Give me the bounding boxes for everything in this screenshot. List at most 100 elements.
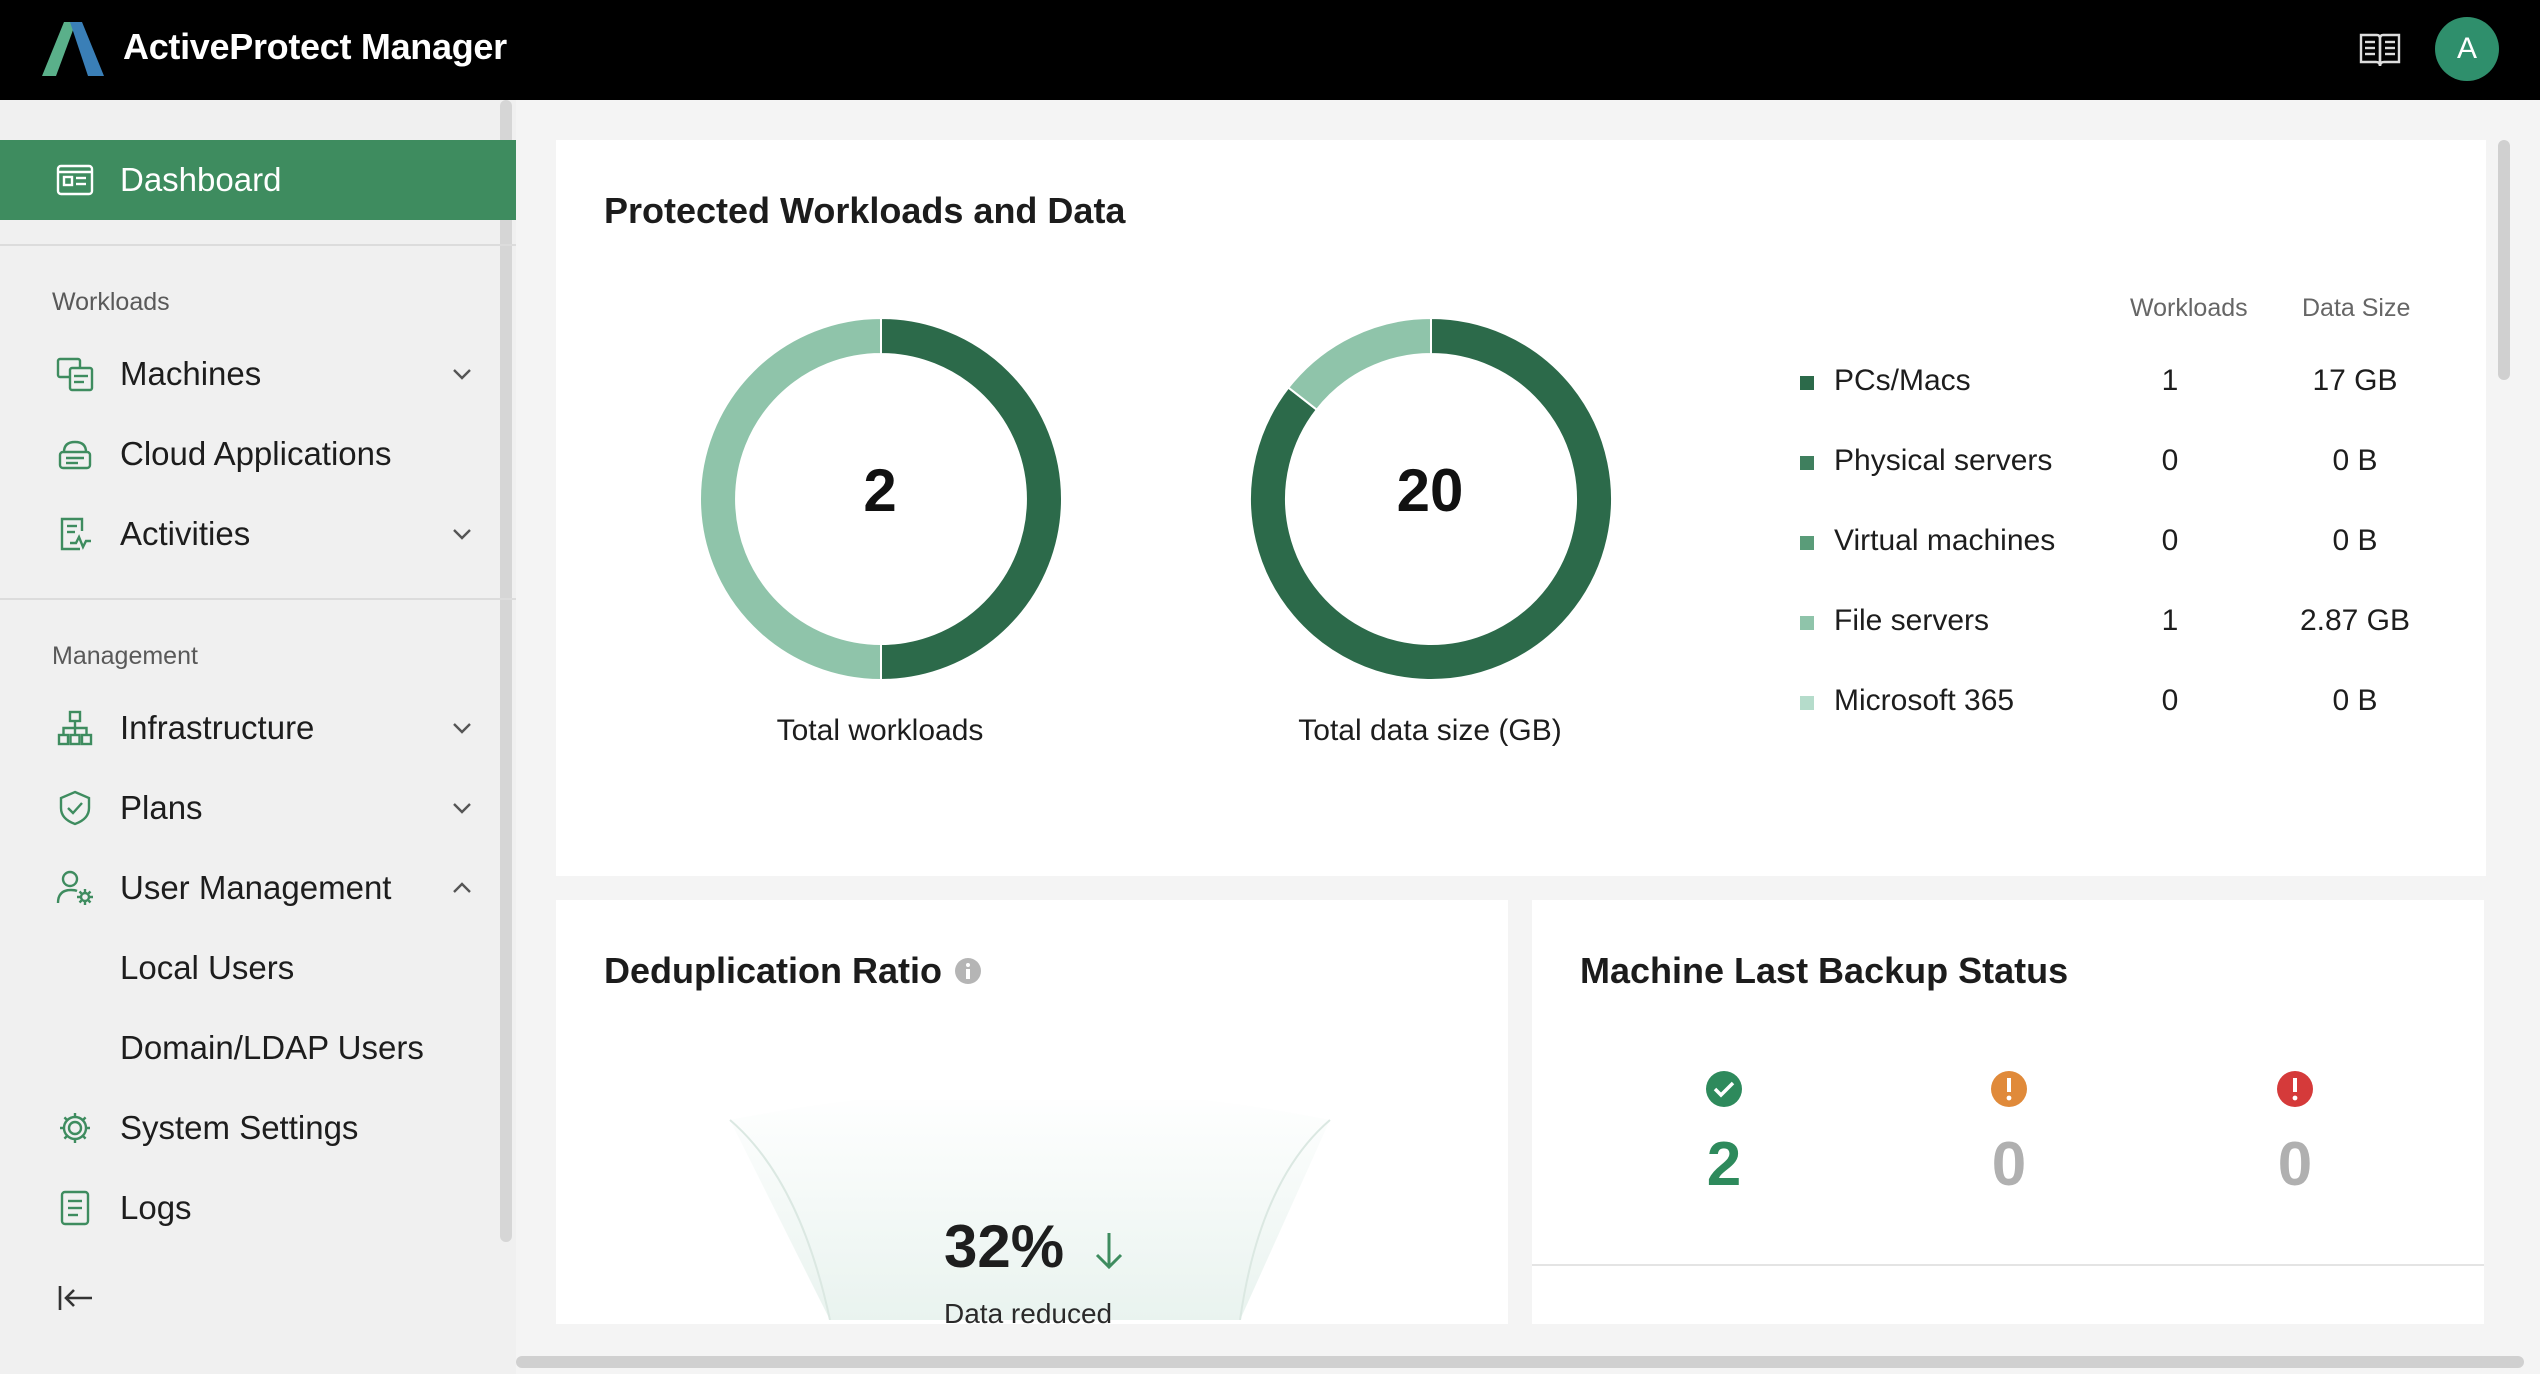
legend-name: Microsoft 365 — [1834, 684, 2015, 717]
dashboard-icon — [54, 159, 96, 201]
check-circle-icon — [1706, 1071, 1742, 1107]
info-icon[interactable] — [954, 957, 982, 985]
status-error[interactable]: 0 — [2225, 1070, 2365, 1200]
card-clip-mask — [556, 1324, 1508, 1356]
deduplication-gauge — [729, 1100, 1331, 1320]
legend-row: File servers 1 2.87 GB — [1800, 596, 2450, 646]
legend-row: PCs/Macs 1 17 GB — [1800, 356, 2450, 406]
legend-name: Virtual machines — [1834, 524, 2056, 557]
sidebar-item-system-settings[interactable]: System Settings — [0, 1088, 516, 1168]
sidebar-item-label: Activities — [120, 515, 251, 552]
book-icon[interactable] — [2358, 30, 2402, 70]
deduplication-value-row: 32% — [944, 1212, 1127, 1281]
sidebar-item-local-users[interactable]: Local Users — [0, 928, 516, 1008]
legend-workloads: 0 — [2161, 684, 2179, 717]
warning-circle-icon — [1991, 1071, 2027, 1107]
sidebar-item-label: Plans — [120, 789, 203, 826]
sidebar-item-label: System Settings — [120, 1109, 359, 1146]
sidebar-item-label: Domain/LDAP Users — [120, 1029, 424, 1066]
sidebar-item-activities[interactable]: Activities — [0, 494, 516, 574]
section-label-workloads: Workloads — [52, 288, 170, 316]
section-label-management: Management — [52, 642, 198, 670]
legend-data-size: 2.87 GB — [2299, 604, 2411, 637]
sidebar-item-machines[interactable]: Machines — [0, 334, 516, 414]
legend-row: Virtual machines 0 0 B — [1800, 516, 2450, 566]
sidebar-item-plans[interactable]: Plans — [0, 768, 516, 848]
legend-row: Physical servers 0 0 B — [1800, 436, 2450, 486]
infrastructure-icon — [54, 707, 96, 749]
chevron-down-icon — [453, 803, 471, 814]
legend-workloads: 0 — [2161, 444, 2179, 477]
legend-workloads: 1 — [2161, 604, 2179, 637]
status-divider — [1532, 1264, 2484, 1266]
sidebar-item-label: User Management — [120, 869, 392, 906]
legend-data-size: 0 B — [2332, 444, 2378, 477]
chevron-down-icon — [453, 723, 471, 734]
top-bar: ActiveProtect Manager A — [0, 0, 2540, 100]
sidebar-item-label: Dashboard — [120, 161, 282, 198]
legend-workloads: 1 — [2161, 364, 2179, 397]
app-title: ActiveProtect Manager — [123, 26, 507, 67]
sidebar-item-label: Cloud Applications — [120, 435, 392, 472]
cloud-apps-icon — [54, 433, 96, 475]
total-workloads-label: Total workloads — [776, 714, 984, 747]
card-title: Deduplication Ratio — [604, 950, 943, 991]
sidebar-item-cloud-applications[interactable]: Cloud Applications — [0, 414, 516, 494]
sidebar-item-label: Machines — [120, 355, 262, 392]
legend-swatch — [1800, 456, 1814, 470]
shield-check-icon — [54, 787, 96, 829]
total-data-size-value: 20 — [1396, 457, 1464, 524]
gear-icon — [54, 1107, 96, 1149]
total-data-size-label: Total data size (GB) — [1298, 714, 1562, 747]
collapse-sidebar-icon[interactable] — [54, 1276, 98, 1320]
card-title: Machine Last Backup Status — [1580, 950, 2069, 991]
main-scrollbar-vertical[interactable] — [2498, 140, 2510, 380]
legend-swatch — [1800, 616, 1814, 630]
card-title: Protected Workloads and Data — [604, 190, 1126, 231]
status-warning[interactable]: 0 — [1939, 1070, 2079, 1200]
warning-count: 0 — [1991, 1130, 2027, 1199]
chevron-down-icon — [453, 369, 471, 380]
column-header-data-size: Data Size — [2302, 294, 2411, 322]
legend-name: Physical servers — [1834, 444, 2053, 477]
user-gear-icon — [54, 867, 96, 909]
logs-icon — [54, 1187, 96, 1229]
status-success[interactable]: 2 — [1654, 1070, 1794, 1200]
sidebar-item-domain-ldap-users[interactable]: Domain/LDAP Users — [0, 1008, 516, 1088]
sidebar: Dashboard Workloads Machines Cloud Appli… — [0, 100, 516, 1374]
main-scrollbar-horizontal[interactable] — [516, 1356, 2524, 1368]
donut-slice-file-servers[interactable] — [1286, 318, 1432, 412]
app-logo — [42, 22, 104, 76]
legend-data-size: 17 GB — [2312, 364, 2398, 397]
chevron-up-icon — [453, 882, 471, 893]
user-avatar[interactable]: A — [2435, 17, 2499, 81]
success-count: 2 — [1706, 1130, 1742, 1199]
deduplication-value: 32% — [944, 1213, 1065, 1280]
card-title-row: Deduplication Ratio — [604, 950, 982, 992]
sidebar-item-infrastructure[interactable]: Infrastructure — [0, 688, 516, 768]
legend-row: Microsoft 365 0 0 B — [1800, 676, 2450, 726]
sidebar-item-dashboard[interactable]: Dashboard — [0, 140, 516, 220]
error-count: 0 — [2277, 1130, 2313, 1199]
arrow-down-icon — [1095, 1233, 1122, 1270]
legend-data-size: 0 B — [2332, 684, 2378, 717]
chevron-down-icon — [453, 529, 471, 540]
sidebar-item-label: Local Users — [120, 949, 295, 986]
legend-data-size: 0 B — [2332, 524, 2378, 557]
legend-name: File servers — [1834, 604, 1990, 637]
sidebar-divider — [0, 244, 516, 246]
activities-icon — [54, 513, 96, 555]
sidebar-item-user-management[interactable]: User Management — [0, 848, 516, 928]
sidebar-divider — [0, 598, 516, 600]
error-circle-icon — [2277, 1071, 2313, 1107]
column-header-workloads: Workloads — [2130, 294, 2248, 322]
legend-swatch — [1800, 536, 1814, 550]
machines-icon — [54, 353, 96, 395]
total-workloads-value: 2 — [863, 457, 897, 524]
legend-name: PCs/Macs — [1834, 364, 1971, 397]
sidebar-item-logs[interactable]: Logs — [0, 1168, 516, 1248]
legend-swatch — [1800, 376, 1814, 390]
sidebar-item-label: Logs — [120, 1189, 192, 1226]
legend-swatch — [1800, 696, 1814, 710]
sidebar-item-label: Infrastructure — [120, 709, 315, 746]
